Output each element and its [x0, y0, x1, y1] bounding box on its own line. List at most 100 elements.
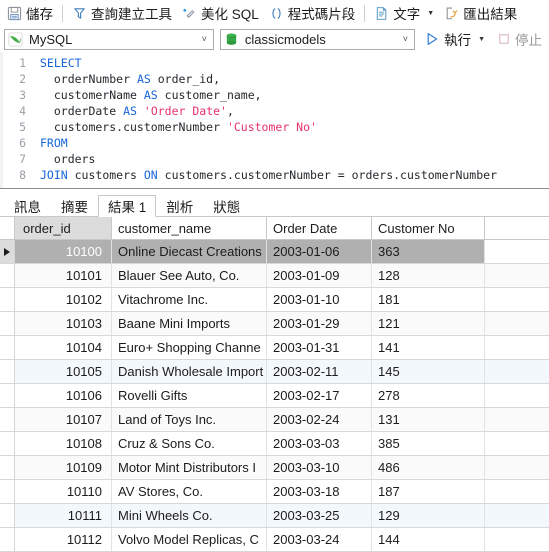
row-selector[interactable] — [0, 288, 15, 311]
cell-order-id[interactable]: 10101 — [15, 264, 112, 287]
column-header-order-date[interactable]: Order Date — [267, 217, 372, 239]
cell-customer-name[interactable]: Mini Wheels Co. — [112, 504, 267, 527]
cell-customer-no[interactable]: 121 — [372, 312, 485, 335]
driver-select[interactable]: MySQL ˅ — [4, 28, 214, 50]
chevron-down-icon[interactable]: ˅ — [403, 34, 411, 44]
tab-profile[interactable]: 剖析 — [156, 194, 203, 216]
tab-messages[interactable]: 訊息 — [4, 194, 51, 216]
tab-status[interactable]: 狀態 — [203, 194, 250, 216]
column-header-order-id[interactable]: order_id — [15, 217, 112, 239]
cell-order-id[interactable]: 10112 — [15, 528, 112, 551]
cell-order-date[interactable]: 2003-01-10 — [267, 288, 372, 311]
cell-customer-name[interactable]: Online Diecast Creations — [112, 240, 267, 263]
column-header-customer-name[interactable]: customer_name — [112, 217, 267, 239]
cell-customer-no[interactable]: 363 — [372, 240, 485, 263]
table-row[interactable]: 10111 Mini Wheels Co. 2003-03-25 129 — [0, 504, 549, 527]
save-button[interactable]: 儲存 — [2, 2, 58, 24]
code-snippet-button[interactable]: 程式碼片段 — [264, 2, 361, 24]
cell-customer-name[interactable]: Volvo Model Replicas, C — [112, 528, 267, 551]
cell-customer-no[interactable]: 385 — [372, 432, 485, 455]
cell-customer-name[interactable]: Baane Mini Imports — [112, 312, 267, 335]
table-row[interactable]: 10103 Baane Mini Imports 2003-01-29 121 — [0, 312, 549, 335]
cell-order-date[interactable]: 2003-03-18 — [267, 480, 372, 503]
results-grid[interactable]: order_id customer_name Order Date Custom… — [0, 217, 549, 552]
row-selector[interactable] — [0, 456, 15, 479]
row-selector[interactable] — [0, 384, 15, 407]
row-selector[interactable] — [0, 240, 15, 263]
beautify-sql-button[interactable]: 美化 SQL — [177, 2, 264, 24]
column-header-customer-no[interactable]: Customer No — [372, 217, 485, 239]
cell-customer-no[interactable]: 144 — [372, 528, 485, 551]
cell-customer-name[interactable]: Cruz & Sons Co. — [112, 432, 267, 455]
run-button[interactable]: 執行 ▼ — [421, 28, 488, 50]
cell-customer-no[interactable]: 278 — [372, 384, 485, 407]
cell-order-date[interactable]: 2003-03-24 — [267, 528, 372, 551]
cell-order-id[interactable]: 10110 — [15, 480, 112, 503]
cell-customer-name[interactable]: Vitachrome Inc. — [112, 288, 267, 311]
chevron-down-icon[interactable]: ˅ — [202, 34, 210, 44]
cell-customer-name[interactable]: Euro+ Shopping Channe — [112, 336, 267, 359]
row-selector[interactable] — [0, 408, 15, 431]
cell-customer-name[interactable]: Motor Mint Distributors I — [112, 456, 267, 479]
cell-order-date[interactable]: 2003-01-29 — [267, 312, 372, 335]
cell-order-id[interactable]: 10109 — [15, 456, 112, 479]
cell-order-date[interactable]: 2003-03-25 — [267, 504, 372, 527]
sql-code-area[interactable]: SELECT orderNumber AS order_id, customer… — [30, 52, 549, 188]
cell-customer-name[interactable]: Blauer See Auto, Co. — [112, 264, 267, 287]
table-row[interactable]: 10110 AV Stores, Co. 2003-03-18 187 — [0, 480, 549, 503]
sql-editor[interactable]: 1 2 3 4 5 6 7 8 SELECT orderNumber AS order_id,… — [0, 52, 549, 188]
cell-order-date[interactable]: 2003-01-06 — [267, 240, 372, 263]
cell-order-date[interactable]: 2003-01-09 — [267, 264, 372, 287]
table-row[interactable]: 10102 Vitachrome Inc. 2003-01-10 181 — [0, 288, 549, 311]
row-selector[interactable] — [0, 336, 15, 359]
row-selector[interactable] — [0, 528, 15, 551]
table-row[interactable]: 10112 Volvo Model Replicas, C 2003-03-24 14… — [0, 528, 549, 551]
query-builder-button[interactable]: 查詢建立工具 — [67, 2, 177, 24]
cell-customer-name[interactable]: Land of Toys Inc. — [112, 408, 267, 431]
table-row[interactable]: 10101 Blauer See Auto, Co. 2003-01-09 128 — [0, 264, 549, 287]
text-format-button[interactable]: 文字 ▼ — [369, 2, 439, 24]
cell-order-date[interactable]: 2003-01-31 — [267, 336, 372, 359]
database-select[interactable]: classicmodels ˅ — [219, 28, 416, 50]
table-row[interactable]: 10109 Motor Mint Distributors I 2003-03-10… — [0, 456, 549, 479]
cell-customer-name[interactable]: Rovelli Gifts — [112, 384, 267, 407]
cell-order-id[interactable]: 10100 — [15, 240, 112, 263]
cell-customer-no[interactable]: 128 — [372, 264, 485, 287]
table-row[interactable]: 10104 Euro+ Shopping Channe 2003-01-31 141 — [0, 336, 549, 359]
cell-order-date[interactable]: 2003-02-24 — [267, 408, 372, 431]
cell-customer-no[interactable]: 129 — [372, 504, 485, 527]
grid-body[interactable]: 10100 Online Diecast Creations 2003-01-06 3… — [0, 240, 549, 552]
export-results-button[interactable]: 匯出結果 — [439, 2, 522, 24]
chevron-down-icon[interactable]: ▼ — [427, 10, 434, 17]
cell-customer-no[interactable]: 131 — [372, 408, 485, 431]
cell-customer-no[interactable]: 145 — [372, 360, 485, 383]
cell-order-date[interactable]: 2003-02-17 — [267, 384, 372, 407]
cell-order-id[interactable]: 10102 — [15, 288, 112, 311]
cell-customer-name[interactable]: Danish Wholesale Import — [112, 360, 267, 383]
chevron-down-icon[interactable]: ▼ — [478, 36, 485, 43]
cell-order-id[interactable]: 10103 — [15, 312, 112, 335]
cell-order-id[interactable]: 10107 — [15, 408, 112, 431]
cell-customer-no[interactable]: 486 — [372, 456, 485, 479]
cell-order-id[interactable]: 10111 — [15, 504, 112, 527]
cell-customer-name[interactable]: AV Stores, Co. — [112, 480, 267, 503]
table-row[interactable]: 10100 Online Diecast Creations 2003-01-06 3… — [0, 240, 549, 263]
table-row[interactable]: 10106 Rovelli Gifts 2003-02-17 278 — [0, 384, 549, 407]
cell-order-date[interactable]: 2003-02-11 — [267, 360, 372, 383]
row-selector[interactable] — [0, 360, 15, 383]
cell-order-id[interactable]: 10106 — [15, 384, 112, 407]
tab-summary[interactable]: 摘要 — [51, 194, 98, 216]
table-row[interactable]: 10107 Land of Toys Inc. 2003-02-24 131 — [0, 408, 549, 431]
row-selector[interactable] — [0, 432, 15, 455]
cell-customer-no[interactable]: 187 — [372, 480, 485, 503]
cell-order-date[interactable]: 2003-03-03 — [267, 432, 372, 455]
cell-order-id[interactable]: 10105 — [15, 360, 112, 383]
cell-order-id[interactable]: 10108 — [15, 432, 112, 455]
cell-customer-no[interactable]: 181 — [372, 288, 485, 311]
row-selector[interactable] — [0, 504, 15, 527]
row-selector[interactable] — [0, 264, 15, 287]
cell-order-id[interactable]: 10104 — [15, 336, 112, 359]
tab-result-1[interactable]: 結果 1 — [98, 195, 157, 217]
cell-customer-no[interactable]: 141 — [372, 336, 485, 359]
row-selector[interactable] — [0, 480, 15, 503]
